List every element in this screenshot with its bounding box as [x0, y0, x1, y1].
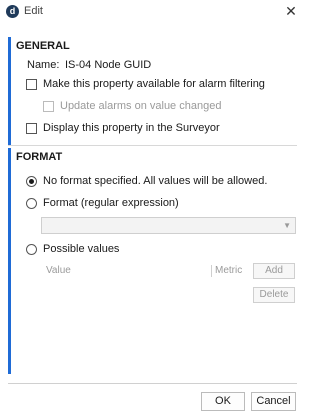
delete-value-button[interactable]: Delete	[253, 287, 295, 303]
metric-column-header: Metric	[215, 265, 243, 276]
general-heading: GENERAL	[16, 40, 70, 52]
window-title: Edit	[24, 5, 43, 17]
format-heading: FORMAT	[16, 151, 63, 163]
possible-values-radio[interactable]	[26, 244, 37, 255]
alarm-filtering-checkbox[interactable]	[26, 79, 37, 90]
footer-divider	[8, 383, 297, 384]
value-column-header: Value	[46, 265, 71, 276]
dataminer-logo-icon: d	[6, 5, 19, 18]
regex-dropdown[interactable]: ▼	[41, 217, 296, 234]
alarm-filtering-label[interactable]: Make this property available for alarm f…	[43, 78, 265, 90]
general-section-accent	[8, 37, 11, 145]
regex-format-radio[interactable]	[26, 198, 37, 209]
surveyor-label[interactable]: Display this property in the Surveyor	[43, 122, 220, 134]
ok-button[interactable]: OK	[201, 392, 245, 411]
update-alarms-label: Update alarms on value changed	[60, 100, 222, 112]
regex-format-label[interactable]: Format (regular expression)	[43, 197, 179, 209]
section-divider	[8, 145, 297, 146]
no-format-radio[interactable]	[26, 176, 37, 187]
name-value: IS-04 Node GUID	[65, 59, 152, 71]
title-bar: d Edit ✕	[0, 0, 305, 24]
update-alarms-checkbox[interactable]	[43, 101, 54, 112]
close-icon: ✕	[285, 3, 297, 19]
chevron-down-icon: ▼	[283, 221, 291, 230]
surveyor-checkbox[interactable]	[26, 123, 37, 134]
name-label: Name:	[27, 59, 60, 71]
no-format-label[interactable]: No format specified. All values will be …	[43, 175, 267, 187]
column-separator	[211, 265, 212, 277]
possible-values-label[interactable]: Possible values	[43, 243, 119, 255]
possible-values-table-header: Value Metric	[41, 263, 250, 279]
add-value-button[interactable]: Add	[253, 263, 295, 279]
cancel-button[interactable]: Cancel	[251, 392, 296, 411]
format-section-accent	[8, 148, 11, 374]
close-button[interactable]: ✕	[283, 3, 299, 19]
